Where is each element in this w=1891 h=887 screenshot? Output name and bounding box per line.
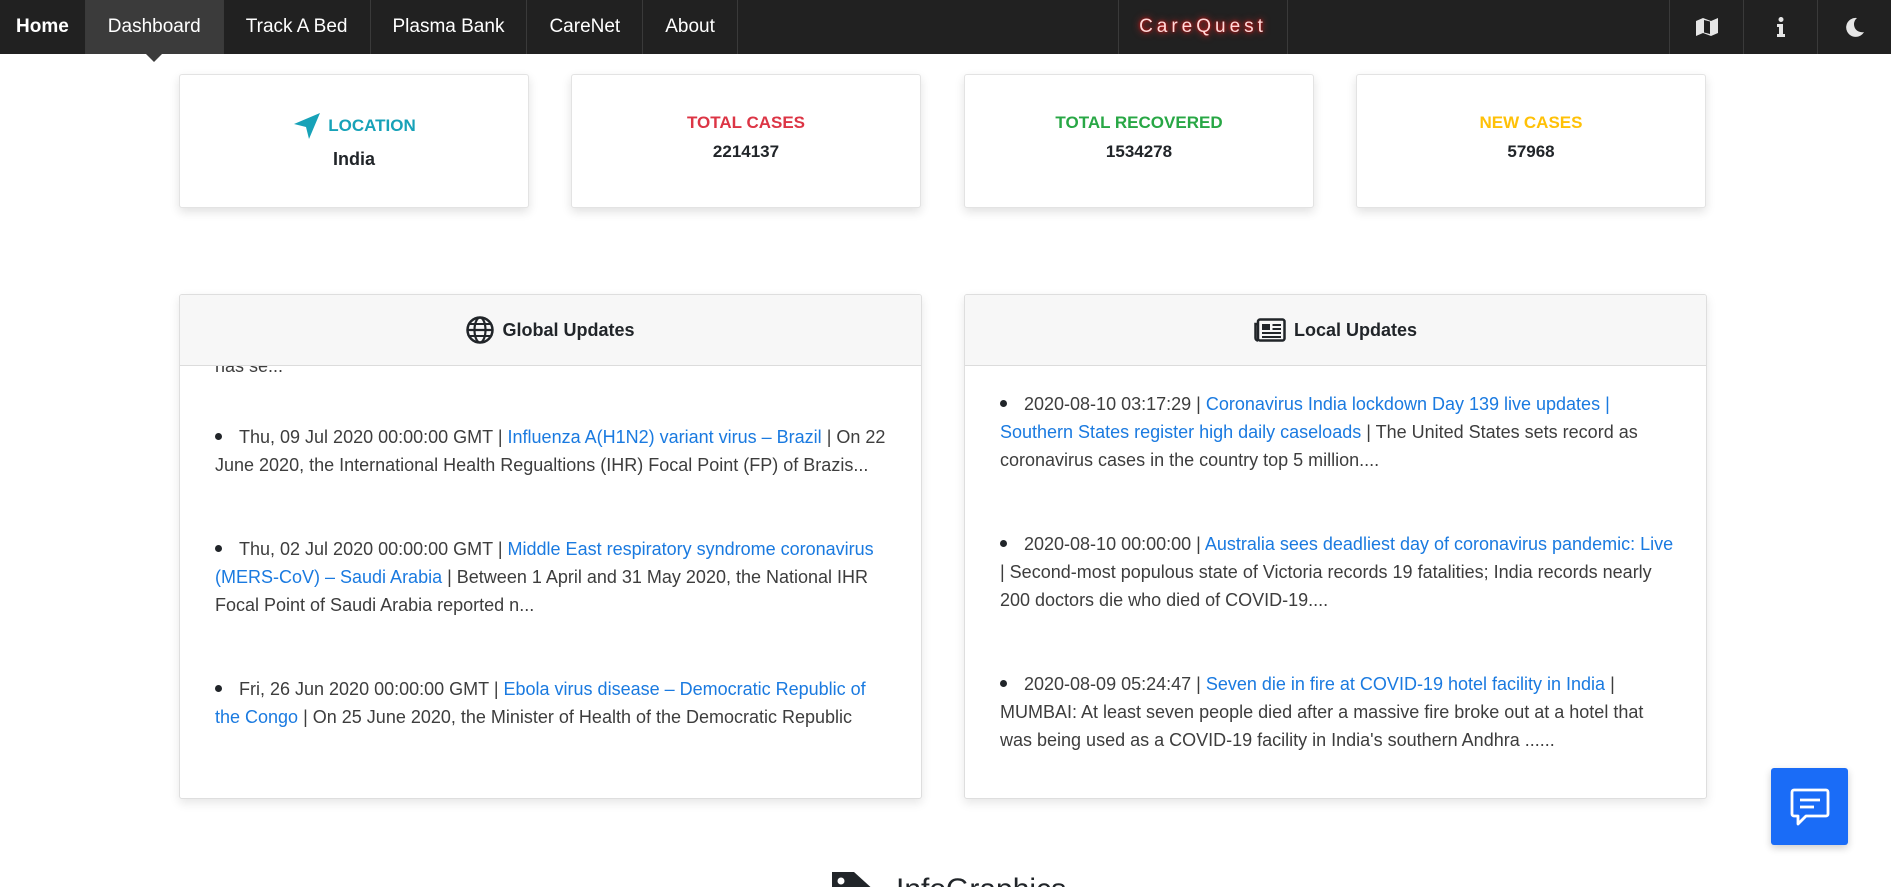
- infographics-heading: InfoGraphics: [830, 870, 1066, 887]
- bullet: [1000, 680, 1007, 688]
- bullet: [215, 433, 222, 441]
- location-value: India: [332, 149, 375, 169]
- item-link[interactable]: Australia sees deadliest day of coronavi…: [1205, 534, 1673, 554]
- chat-icon: [1790, 788, 1829, 825]
- local-updates-panel: Local Updates 2020-08-10 03:17:29 | Coro…: [964, 294, 1707, 799]
- item-text: | On 25 June 2020, the Minister of Healt…: [303, 707, 853, 727]
- partial-text: has se...: [215, 366, 284, 376]
- list-item: Thu, 09 Jul 2020 00:00:00 GMT | Influenz…: [215, 423, 893, 479]
- nav-home[interactable]: Home: [0, 0, 86, 54]
- total-recovered-label: TOTAL RECOVERED: [1055, 113, 1223, 132]
- location-label: LOCATION: [328, 116, 416, 135]
- location-title: LOCATION: [180, 111, 528, 141]
- infographics-title: InfoGraphics: [896, 873, 1066, 887]
- top-navbar: Home Dashboard Track A Bed Plasma Bank C…: [0, 0, 1891, 62]
- total-recovered-value: 1534278: [1105, 142, 1173, 161]
- item-link[interactable]: Seven die in fire at COVID-19 hotel faci…: [1206, 674, 1605, 694]
- list-item: Thu, 02 Jul 2020 00:00:00 GMT | Middle E…: [215, 535, 893, 619]
- total-cases-card: TOTAL CASES 2214137: [571, 74, 921, 208]
- item-link[interactable]: Influenza A(H1N2) variant virus – Brazil: [508, 427, 822, 447]
- item-text: | Second-most populous state of Victoria…: [1000, 562, 1652, 610]
- total-cases-value: 2214137: [712, 142, 780, 161]
- chat-button[interactable]: [1771, 768, 1848, 845]
- nav-carenet[interactable]: CareNet: [527, 0, 644, 54]
- bullet: [1000, 540, 1007, 548]
- tags-icon: [832, 872, 871, 887]
- global-updates-panel: Global Updates has se... Thu, 09 Jul 202…: [179, 294, 922, 799]
- list-item: 2020-08-10 03:17:29 | Coronavirus India …: [1000, 390, 1678, 474]
- nav-dashboard[interactable]: Dashboard: [85, 0, 224, 62]
- global-updates-title: Global Updates: [502, 319, 635, 340]
- bullet: [215, 545, 222, 553]
- item-date: 2020-08-10 00:00:00 |: [1024, 534, 1201, 554]
- nav-about[interactable]: About: [643, 0, 738, 54]
- info-icon[interactable]: [1743, 0, 1817, 54]
- local-updates-title: Local Updates: [1293, 319, 1418, 340]
- brand-title: CareQuest: [1118, 0, 1288, 54]
- item-date: Fri, 26 Jun 2020 00:00:00 GMT |: [239, 679, 499, 699]
- nav-right-icons: [1669, 0, 1891, 54]
- total-recovered-card: TOTAL RECOVERED 1534278: [964, 74, 1314, 208]
- item-date: 2020-08-09 05:24:47 |: [1024, 674, 1201, 694]
- moon-icon[interactable]: [1817, 0, 1891, 54]
- list-item: 2020-08-10 00:00:00 | Australia sees dea…: [1000, 530, 1678, 614]
- bullet: [215, 685, 222, 693]
- bullet: [1000, 400, 1007, 408]
- globe-icon: [466, 316, 495, 344]
- location-card: LOCATION India: [179, 74, 529, 208]
- nav-track-a-bed[interactable]: Track A Bed: [224, 0, 371, 54]
- global-updates-header: Global Updates: [180, 295, 921, 366]
- list-item: 2020-08-09 05:24:47 | Seven die in fire …: [1000, 670, 1678, 754]
- local-updates-header: Local Updates: [965, 295, 1706, 366]
- list-item-partial: has se...: [215, 366, 893, 380]
- item-date: Thu, 09 Jul 2020 00:00:00 GMT |: [239, 427, 503, 447]
- map-icon[interactable]: [1669, 0, 1743, 54]
- new-cases-value: 57968: [1507, 142, 1555, 161]
- location-arrow-icon: [294, 113, 321, 139]
- global-updates-list[interactable]: has se... Thu, 09 Jul 2020 00:00:00 GMT …: [180, 366, 921, 798]
- new-cases-card: NEW CASES 57968: [1356, 74, 1706, 208]
- local-updates-list[interactable]: 2020-08-10 03:17:29 | Coronavirus India …: [965, 366, 1706, 798]
- item-date: Thu, 02 Jul 2020 00:00:00 GMT |: [239, 539, 503, 559]
- new-cases-label: NEW CASES: [1479, 113, 1583, 132]
- list-item: Fri, 26 Jun 2020 00:00:00 GMT | Ebola vi…: [215, 675, 893, 731]
- item-date: 2020-08-10 03:17:29 |: [1024, 394, 1201, 414]
- newspaper-icon: [1254, 318, 1286, 342]
- nav-plasma-bank[interactable]: Plasma Bank: [371, 0, 528, 54]
- total-cases-label: TOTAL CASES: [686, 113, 806, 132]
